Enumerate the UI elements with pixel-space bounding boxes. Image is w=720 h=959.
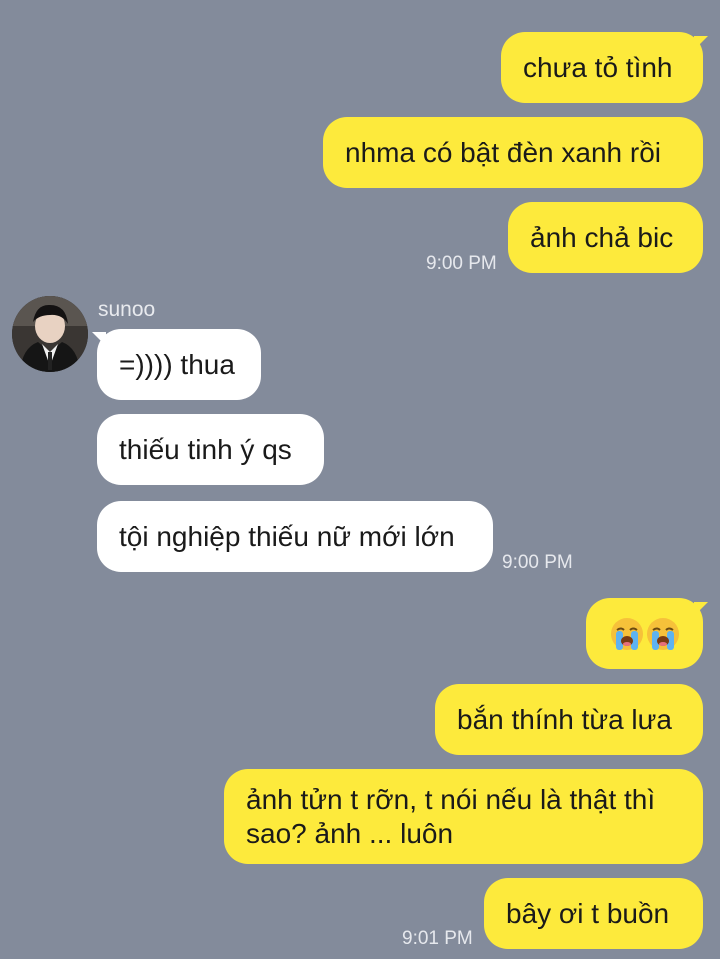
outgoing-message-bubble[interactable]: ảnh chả bic — [508, 202, 703, 273]
message-text: thiếu tinh ý qs — [119, 433, 292, 465]
incoming-message-bubble[interactable]: tội nghiệp thiếu nữ mới lớn — [97, 501, 493, 572]
loudly-crying-face-icon — [610, 617, 643, 650]
incoming-message-bubble[interactable]: =)))) thua — [97, 329, 261, 400]
message-timestamp: 9:00 PM — [426, 253, 497, 274]
outgoing-message-bubble[interactable]: ảnh tửn t rỡn, t nói nếu là thật thì sao… — [224, 769, 703, 864]
message-text: =)))) thua — [119, 348, 235, 380]
outgoing-message-bubble[interactable]: nhma có bật đèn xanh rồi — [323, 117, 703, 188]
outgoing-message-bubble[interactable]: bắn thính từa lưa — [435, 684, 703, 755]
sender-name: sunoo — [98, 298, 156, 321]
incoming-message-bubble[interactable]: thiếu tinh ý qs — [97, 414, 324, 485]
message-timestamp: 9:01 PM — [402, 928, 473, 949]
contact-avatar[interactable] — [12, 296, 88, 372]
message-text: bây ơi t buồn — [506, 897, 670, 929]
message-text: chưa tỏ tình — [523, 51, 673, 83]
message-timestamp: 9:00 PM — [502, 552, 573, 573]
message-text: ảnh chả bic — [530, 221, 674, 253]
message-text: ảnh tửn t rỡn, t nói nếu là thật thì sao… — [246, 783, 656, 849]
loudly-crying-face-icon — [646, 617, 679, 650]
outgoing-message-bubble[interactable]: bây ơi t buồn — [484, 878, 703, 949]
outgoing-message-bubble[interactable]: chưa tỏ tình — [501, 32, 703, 103]
message-text: tội nghiệp thiếu nữ mới lớn — [119, 520, 455, 552]
message-text: nhma có bật đèn xanh rồi — [345, 136, 661, 168]
outgoing-message-bubble[interactable] — [586, 598, 703, 669]
bubble-tail — [694, 36, 708, 50]
avatar-image — [12, 296, 88, 372]
message-text: bắn thính từa lưa — [457, 703, 672, 735]
